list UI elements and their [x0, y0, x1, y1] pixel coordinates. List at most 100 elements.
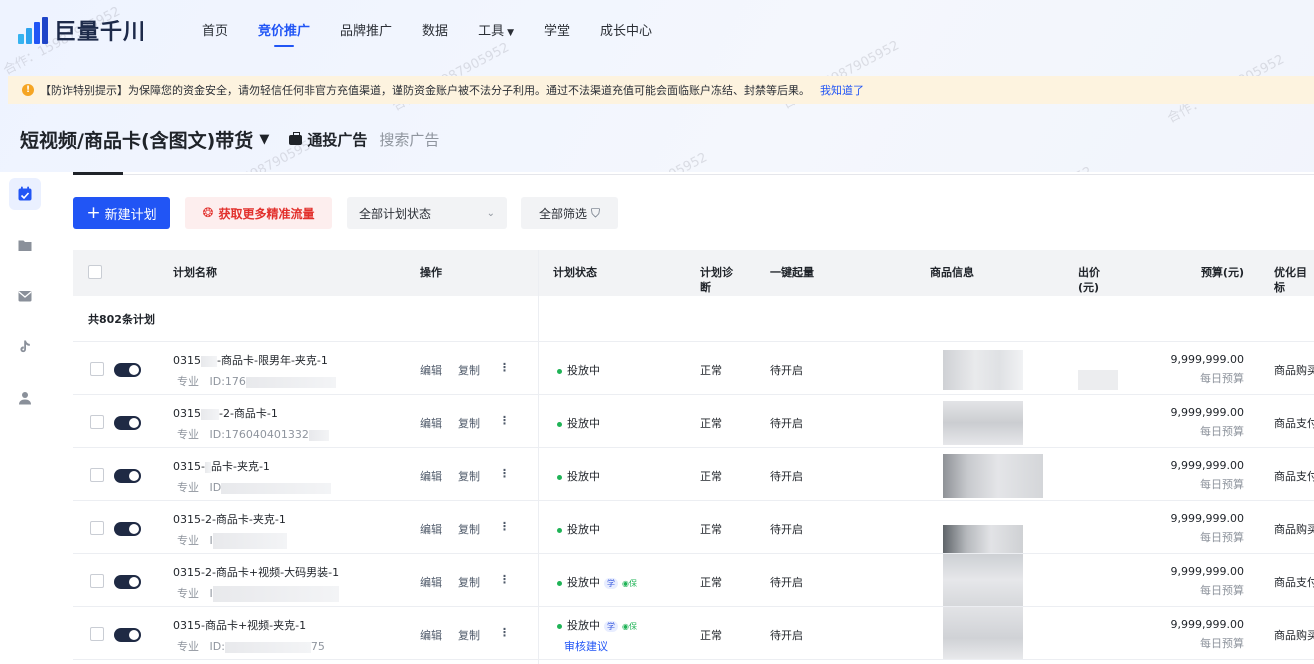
plan-diagnosis: 正常: [700, 364, 722, 377]
status-dot-icon: [557, 368, 562, 374]
plan-toggle[interactable]: [114, 575, 141, 589]
all-filters-button[interactable]: 全部筛选 ⛉: [521, 197, 618, 229]
col-diagnosis-line2: 断: [700, 281, 711, 294]
row-checkbox[interactable]: [90, 468, 104, 482]
more-icon[interactable]: ⋮: [499, 467, 510, 480]
row-checkbox[interactable]: [90, 415, 104, 429]
plan-name[interactable]: 0315-商品卡+视频-夹克-1: [173, 617, 306, 633]
row-checkbox[interactable]: [90, 574, 104, 588]
review-suggestion-link[interactable]: 审核建议: [564, 638, 608, 654]
more-icon[interactable]: ⋮: [499, 520, 510, 533]
plan-diagnosis: 正常: [700, 523, 722, 536]
copy-link[interactable]: 复制: [458, 415, 480, 431]
budget-type: 每日预算: [1200, 372, 1244, 385]
select-all-checkbox[interactable]: [88, 265, 102, 279]
traffic-icon: ❂: [202, 205, 214, 221]
nav-item-brand[interactable]: 品牌推广: [340, 20, 392, 39]
nav-item-home[interactable]: 首页: [202, 20, 228, 39]
col-boost[interactable]: 一键起量: [770, 265, 814, 280]
nav-item-academy[interactable]: 学堂: [544, 20, 570, 39]
edit-link[interactable]: 编辑: [420, 574, 442, 590]
plan-id: ID:176040401332: [209, 428, 309, 441]
col-goal[interactable]: 优化目标: [1274, 265, 1314, 295]
plan-status-label: 投放中: [567, 576, 600, 589]
copy-link[interactable]: 复制: [458, 362, 480, 378]
redacted-id: [212, 533, 287, 549]
get-traffic-button[interactable]: ❂ 获取更多精准流量: [185, 197, 332, 229]
more-icon[interactable]: ⋮: [499, 573, 510, 586]
plan-boost[interactable]: 待开启: [770, 468, 803, 484]
brand-logo[interactable]: 巨量千川: [18, 14, 146, 46]
plan-budget: 9,999,999.00 每日预算: [1163, 565, 1244, 598]
more-icon[interactable]: ⋮: [499, 414, 510, 427]
new-plan-label: 新建计划: [104, 207, 157, 223]
plan-budget: 9,999,999.00 每日预算: [1163, 512, 1244, 545]
row-checkbox[interactable]: [90, 627, 104, 641]
nav-item-data[interactable]: 数据: [422, 20, 448, 39]
col-diagnosis-line1: 计划诊: [700, 266, 733, 279]
product-image-redacted: [943, 401, 1023, 445]
status-dot-icon: [557, 421, 562, 427]
more-icon[interactable]: ⋮: [499, 361, 510, 374]
plan-name[interactable]: 0315- 品卡-夹克-1: [173, 458, 270, 474]
plan-name[interactable]: 0315-2-商品卡+视频-大码男装-1: [173, 564, 339, 580]
plan-boost[interactable]: 待开启: [770, 415, 803, 431]
copy-link[interactable]: 复制: [458, 468, 480, 484]
col-budget[interactable]: 预算(元): [1183, 265, 1244, 280]
redacted-id: [245, 376, 336, 388]
plus-icon: +: [86, 203, 101, 223]
sidebar-item-materials[interactable]: [9, 229, 41, 261]
copy-link[interactable]: 复制: [458, 521, 480, 537]
plan-boost[interactable]: 待开启: [770, 521, 803, 537]
plan-status-select[interactable]: 全部计划状态 ⌄: [347, 197, 507, 229]
edit-link[interactable]: 编辑: [420, 627, 442, 643]
plan-boost[interactable]: 待开启: [770, 574, 803, 590]
sidebar-item-plans[interactable]: [9, 178, 41, 210]
plan-diagnosis: 正常: [700, 576, 722, 589]
col-bid[interactable]: 出价 (元): [1078, 265, 1100, 295]
tab-general-ads[interactable]: 通投广告: [289, 129, 367, 150]
plan-toggle[interactable]: [114, 469, 141, 483]
page-title[interactable]: 短视频/商品卡(含图文)带货: [20, 126, 253, 153]
more-icon[interactable]: ⋮: [499, 626, 510, 639]
edit-link[interactable]: 编辑: [420, 521, 442, 537]
edit-link[interactable]: 编辑: [420, 362, 442, 378]
col-plan-name[interactable]: 计划名称: [173, 265, 217, 280]
col-ops: 操作: [420, 266, 442, 279]
sidebar-item-account[interactable]: [9, 382, 41, 414]
plan-budget: 9,999,999.00 每日预算: [1163, 353, 1244, 386]
row-checkbox[interactable]: [90, 521, 104, 535]
plan-boost[interactable]: 待开启: [770, 362, 803, 378]
plan-toggle[interactable]: [114, 363, 141, 377]
plan-name[interactable]: 0315 -商品卡-限男年-夹克-1: [173, 352, 328, 368]
nav-item-bidding[interactable]: 竞价推广: [258, 20, 310, 47]
col-diagnosis[interactable]: 计划诊断: [700, 265, 733, 295]
plan-boost[interactable]: 待开启: [770, 627, 803, 643]
edit-link[interactable]: 编辑: [420, 415, 442, 431]
redacted-id: [308, 429, 329, 441]
plan-meta: 专业 I: [177, 585, 339, 602]
top-nav: 巨量千川 首页 竞价推广 品牌推广 数据 工具 ▼ 学堂 成长中心: [0, 0, 1314, 56]
warning-icon: !: [22, 84, 34, 96]
plan-toggle[interactable]: [114, 416, 141, 430]
nav-item-growth[interactable]: 成长中心: [600, 20, 652, 39]
copy-link[interactable]: 复制: [458, 627, 480, 643]
plan-toggle[interactable]: [114, 628, 141, 642]
caret-down-icon[interactable]: ▼: [259, 132, 269, 147]
sidebar-item-messages[interactable]: [9, 280, 41, 312]
edit-link[interactable]: 编辑: [420, 468, 442, 484]
plan-count: 共802条计划: [88, 313, 155, 326]
nav-item-tools[interactable]: 工具 ▼: [478, 20, 514, 39]
product-image-redacted: [943, 525, 1023, 553]
col-status[interactable]: 计划状态: [553, 265, 597, 280]
sidebar-item-douyin[interactable]: [9, 331, 41, 363]
plan-toggle[interactable]: [114, 522, 141, 536]
new-plan-button[interactable]: + 新建计划: [73, 197, 170, 229]
tab-search-ads[interactable]: 搜索广告: [379, 129, 439, 150]
row-checkbox[interactable]: [90, 362, 104, 376]
copy-link[interactable]: 复制: [458, 574, 480, 590]
notice-dismiss-link[interactable]: 我知道了: [820, 82, 864, 98]
plan-name[interactable]: 0315-2-商品卡-夹克-1: [173, 511, 286, 527]
notice-text: 【防诈特别提示】为保障您的资金安全，请勿轻信任何非官方充值渠道，谨防资金账户被不…: [40, 84, 810, 97]
plan-name[interactable]: 0315 -2-商品卡-1: [173, 405, 278, 421]
